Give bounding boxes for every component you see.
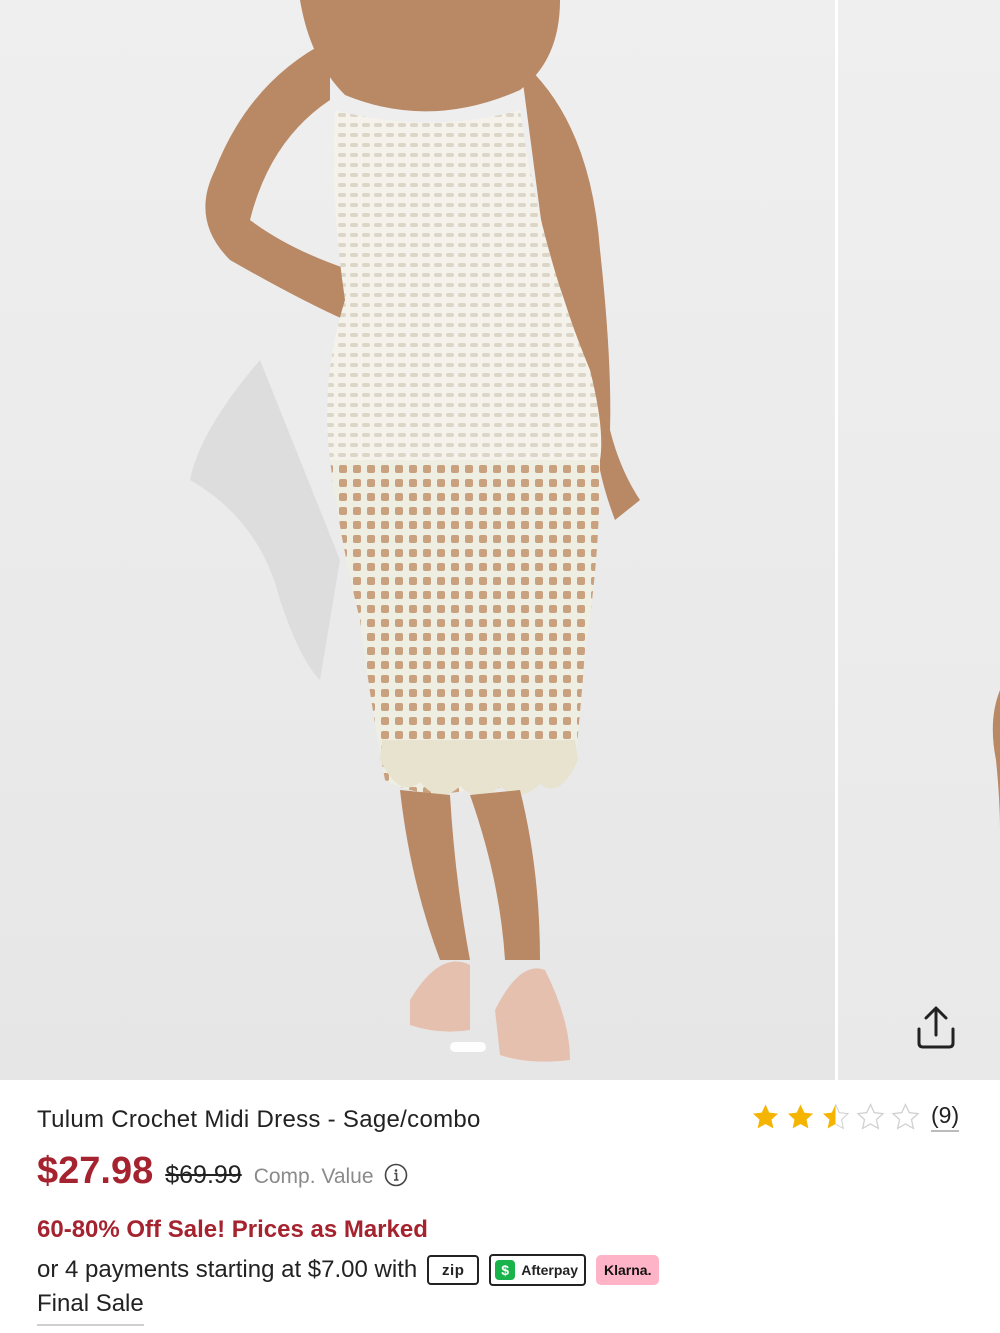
sale-price: $27.98: [37, 1150, 154, 1192]
comp-value-label: Comp. Value: [253, 1165, 374, 1188]
star-full-icon: [788, 1104, 813, 1129]
product-photo[interactable]: [0, 0, 835, 1080]
review-count-link[interactable]: (9): [931, 1102, 960, 1132]
klarna-logo[interactable]: Klarna.: [596, 1255, 660, 1285]
product-image-gallery[interactable]: [0, 0, 1000, 1080]
model-in-crochet-dress-image: [190, 0, 640, 1062]
model-partial-image: [992, 690, 1000, 830]
original-price: $69.99: [165, 1161, 242, 1189]
product-info: Tulum Crochet Midi Dress - Sage/combo (9…: [0, 1080, 1000, 1333]
share-icon: [917, 1006, 955, 1049]
price-row: $27.98 $69.99 Comp. Value: [37, 1150, 408, 1193]
payment-providers: zip $ Afterpay Klarna.: [427, 1254, 660, 1286]
next-product-photo-preview[interactable]: [838, 0, 1000, 1080]
installment-payments: or 4 payments starting at $7.00 with zip…: [37, 1254, 660, 1286]
zip-logo[interactable]: zip: [427, 1255, 480, 1285]
afterpay-logo[interactable]: $ Afterpay: [489, 1254, 586, 1286]
star-empty-icon: [891, 1103, 920, 1130]
afterpay-dollar-icon: $: [495, 1260, 516, 1280]
star-full-icon: [753, 1104, 778, 1129]
star-half-icon: [823, 1104, 850, 1130]
final-sale-link[interactable]: Final Sale: [37, 1290, 144, 1326]
pagination-dot-active[interactable]: [450, 1042, 486, 1052]
share-button[interactable]: [908, 1000, 964, 1056]
afterpay-label: Afterpay: [521, 1262, 578, 1278]
rating-stars: [750, 1102, 921, 1132]
star-empty-icon: [856, 1103, 885, 1130]
product-title: Tulum Crochet Midi Dress - Sage/combo: [37, 1106, 481, 1133]
installment-text: or 4 payments starting at $7.00 with: [37, 1256, 418, 1283]
gallery-pagination: [450, 1042, 486, 1052]
info-icon[interactable]: [384, 1163, 408, 1187]
sale-promo-text: 60-80% Off Sale! Prices as Marked: [37, 1216, 428, 1243]
product-rating[interactable]: (9): [750, 1102, 960, 1132]
